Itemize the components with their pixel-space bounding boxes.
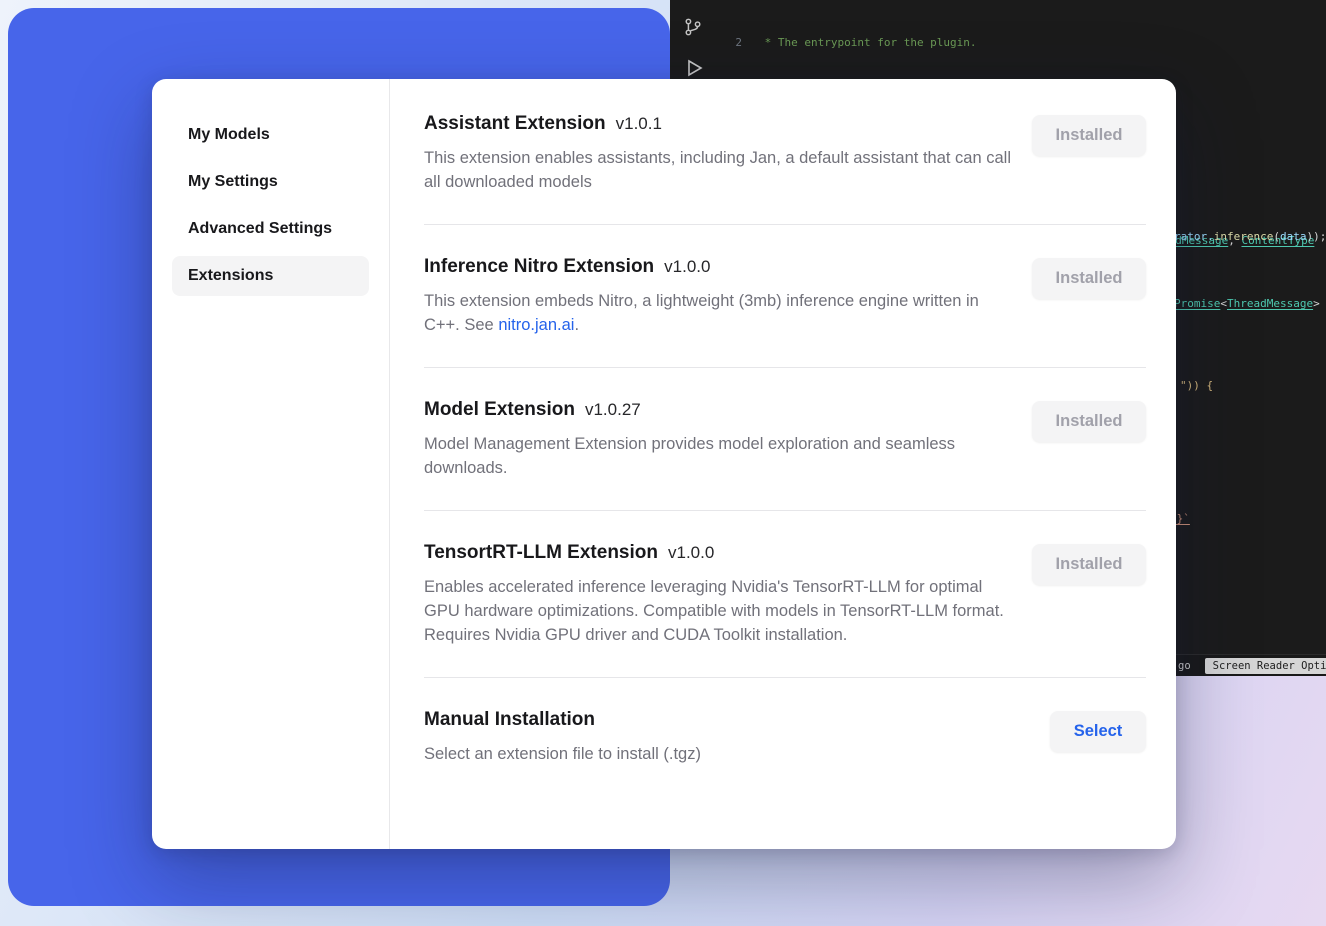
extension-version: v1.0.27 <box>585 400 641 419</box>
installed-button[interactable]: Installed <box>1032 115 1146 156</box>
extension-row-model: Model Extension v1.0.27 Model Management … <box>424 368 1146 511</box>
settings-modal: My Models My Settings Advanced Settings … <box>152 79 1176 849</box>
code-fragment: rator.inference(data)); <box>1174 230 1326 243</box>
line-number: 2 <box>716 35 758 52</box>
extension-version: v1.0.1 <box>616 114 662 133</box>
extension-row-inference-nitro: Inference Nitro Extension v1.0.0 This ext… <box>424 225 1146 368</box>
installed-button[interactable]: Installed <box>1032 258 1146 299</box>
extension-description: Model Management Extension provides mode… <box>424 432 1014 480</box>
extension-description: This extension embeds Nitro, a lightweig… <box>424 289 1014 337</box>
source-control-icon[interactable] <box>682 16 704 38</box>
manual-installation-row: Manual Installation Select an extension … <box>424 678 1146 766</box>
extension-info: Assistant Extension v1.0.1 This extension… <box>424 113 1014 194</box>
code-text: * The entrypoint for the plugin. <box>758 35 977 52</box>
nitro-jan-ai-link[interactable]: nitro.jan.ai <box>498 316 574 334</box>
extension-info: TensortRT-LLM Extension v1.0.0 Enables ac… <box>424 542 1014 647</box>
extension-info: Model Extension v1.0.27 Model Management … <box>424 399 1014 480</box>
sidebar-item-advanced-settings[interactable]: Advanced Settings <box>172 209 369 249</box>
extension-version: v1.0.0 <box>664 257 710 276</box>
sidebar-item-extensions[interactable]: Extensions <box>172 256 369 296</box>
extension-row-tensorrt-llm: TensortRT-LLM Extension v1.0.0 Enables ac… <box>424 511 1146 678</box>
sidebar-item-my-settings[interactable]: My Settings <box>172 162 369 202</box>
code-fragment: Promise<ThreadMessage> <box>1174 297 1320 310</box>
manual-installation-description: Select an extension file to install (.tg… <box>424 742 1014 766</box>
extension-title: TensortRT-LLM Extension <box>424 542 658 563</box>
settings-sidebar: My Models My Settings Advanced Settings … <box>152 79 390 849</box>
extension-title: Assistant Extension <box>424 113 606 134</box>
code-fragment: ")) { <box>1180 379 1213 392</box>
status-text: go <box>1178 660 1191 672</box>
installed-button[interactable]: Installed <box>1032 401 1146 442</box>
extension-description: This extension enables assistants, inclu… <box>424 146 1014 194</box>
code-line: 2 * The entrypoint for the plugin. <box>716 35 1326 52</box>
select-file-button[interactable]: Select <box>1050 711 1146 752</box>
extensions-panel: Assistant Extension v1.0.1 This extension… <box>390 79 1176 849</box>
extension-description: Enables accelerated inference leveraging… <box>424 575 1014 647</box>
run-debug-icon[interactable] <box>682 56 706 80</box>
manual-installation-title: Manual Installation <box>424 709 595 730</box>
screen-reader-chip[interactable]: Screen Reader Optimize <box>1205 658 1326 674</box>
installed-button[interactable]: Installed <box>1032 544 1146 585</box>
sidebar-item-my-models[interactable]: My Models <box>172 115 369 155</box>
extension-info: Inference Nitro Extension v1.0.0 This ext… <box>424 256 1014 337</box>
manual-installation-info: Manual Installation Select an extension … <box>424 709 1014 766</box>
extension-title: Inference Nitro Extension <box>424 256 654 277</box>
extension-title: Model Extension <box>424 399 575 420</box>
extension-row-assistant: Assistant Extension v1.0.1 This extension… <box>424 109 1146 225</box>
extension-version: v1.0.0 <box>668 543 714 562</box>
